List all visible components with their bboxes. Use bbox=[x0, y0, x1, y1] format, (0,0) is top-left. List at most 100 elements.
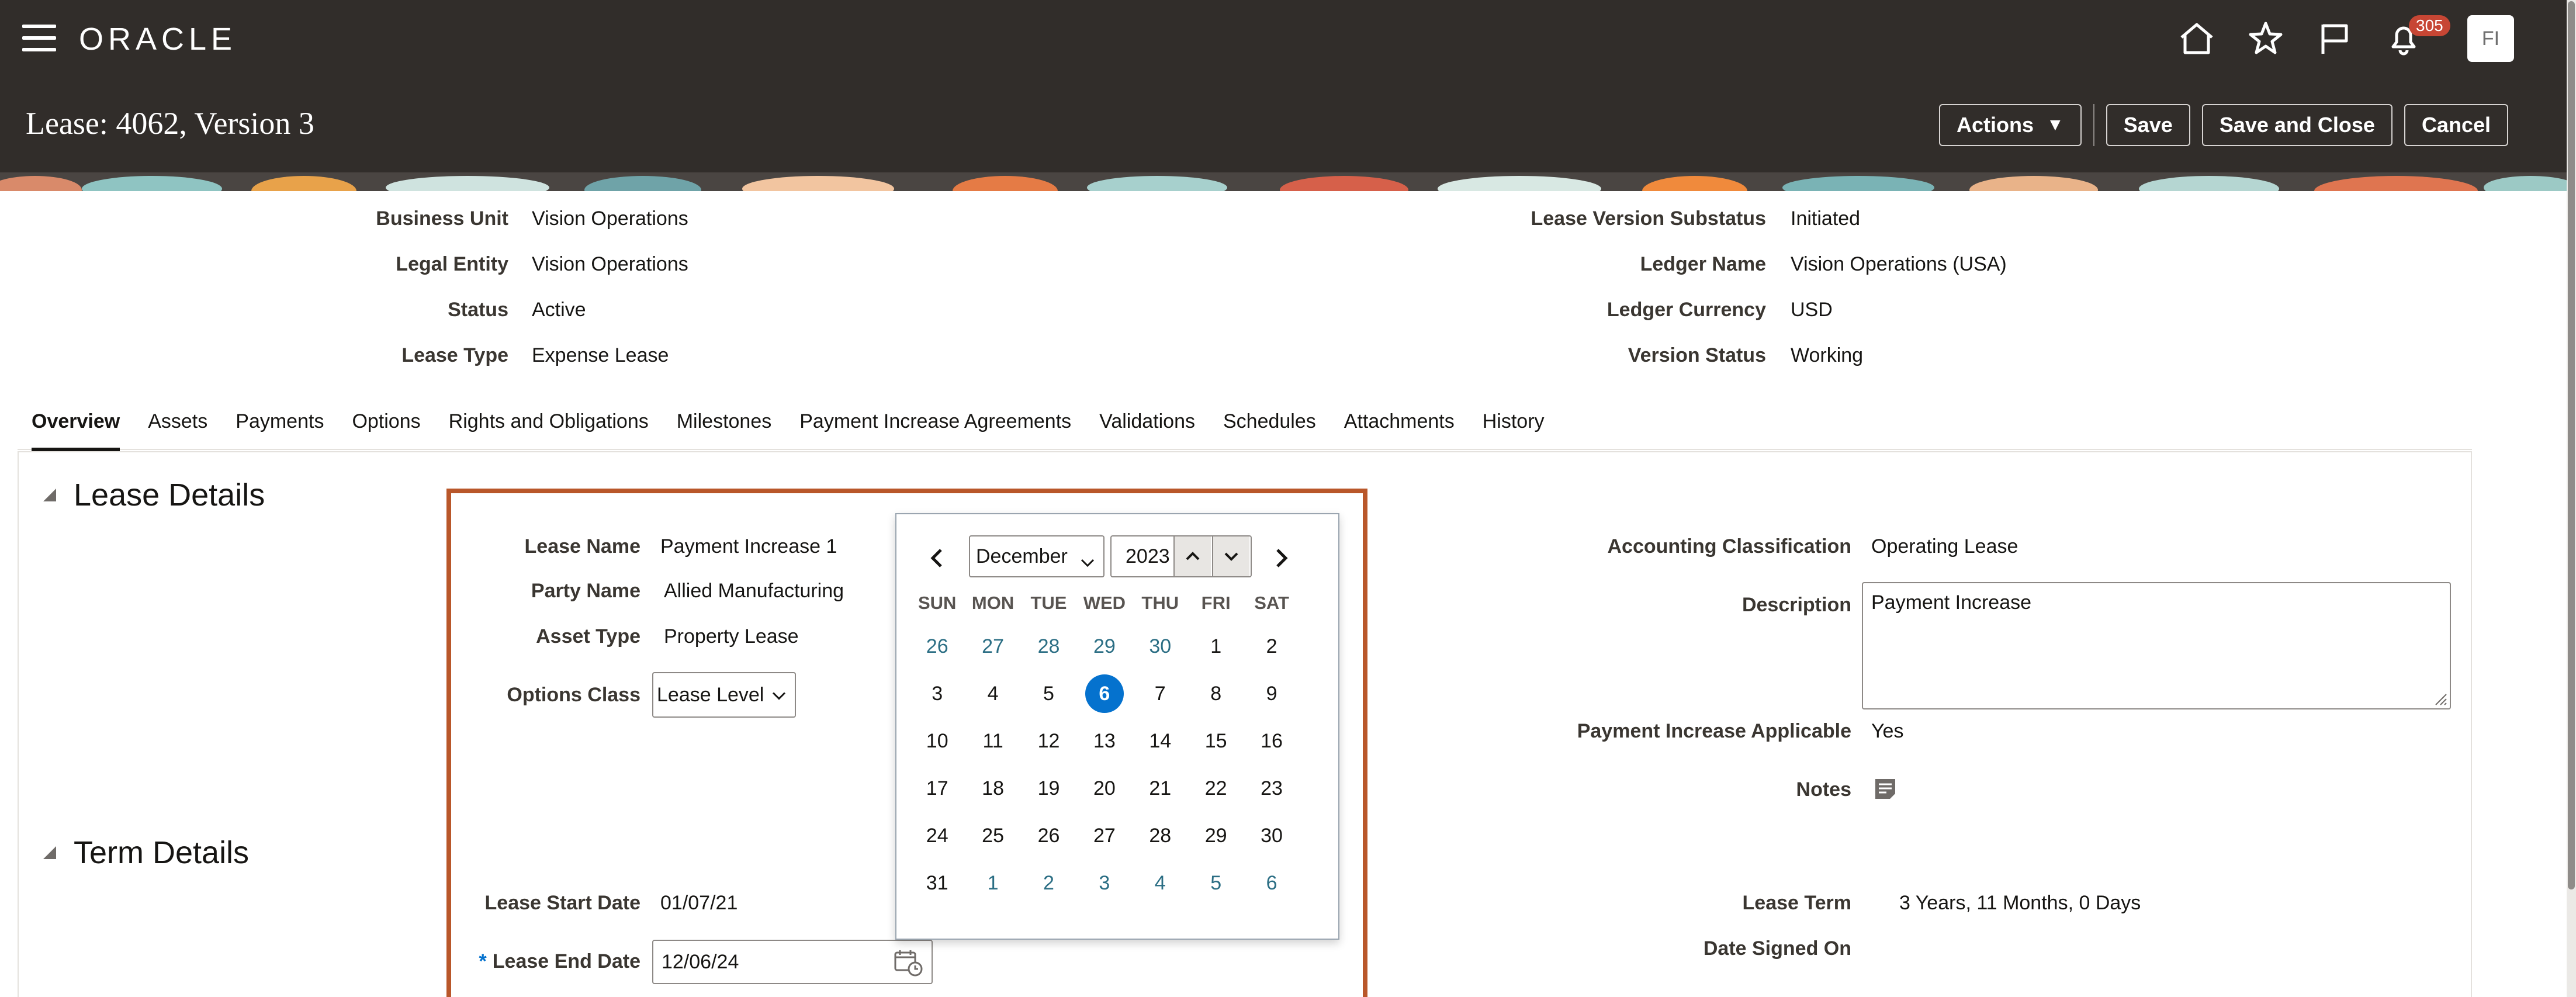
month-select[interactable]: December bbox=[969, 535, 1105, 577]
calendar-day[interactable]: 19 bbox=[1021, 765, 1076, 812]
calendar-day[interactable]: 1 bbox=[1188, 623, 1244, 670]
previous-month-icon[interactable] bbox=[922, 538, 951, 579]
info-value: Working bbox=[1791, 344, 1864, 366]
calendar-day[interactable]: 22 bbox=[1188, 765, 1244, 812]
calendar-week-row: 17 18 19 20 21 22 23 bbox=[909, 765, 1300, 812]
tab-payments[interactable]: Payments bbox=[221, 403, 338, 450]
notes-icon[interactable] bbox=[1874, 777, 1897, 801]
notifications-bell-icon[interactable]: 305 bbox=[2381, 15, 2450, 60]
tab-payment-increase-agreements[interactable]: Payment Increase Agreements bbox=[785, 403, 1085, 450]
tab-milestones[interactable]: Milestones bbox=[663, 403, 786, 450]
calendar-day-selected[interactable]: 6 bbox=[1076, 670, 1132, 718]
calendar-day[interactable]: 12 bbox=[1021, 718, 1076, 765]
calendar-day[interactable]: 3 bbox=[909, 670, 965, 718]
calendar-day[interactable]: 1 bbox=[965, 860, 1020, 907]
description-textarea[interactable]: Payment Increase bbox=[1862, 582, 2451, 709]
save-and-close-button[interactable]: Save and Close bbox=[2201, 104, 2393, 146]
calendar-day[interactable]: 28 bbox=[1133, 812, 1188, 860]
weekday-label: FRI bbox=[1201, 593, 1231, 613]
tab-history[interactable]: History bbox=[1469, 403, 1559, 450]
calendar-day[interactable]: 5 bbox=[1188, 860, 1244, 907]
next-month-icon[interactable] bbox=[1267, 538, 1296, 579]
calendar-day[interactable]: 30 bbox=[1133, 623, 1188, 670]
flag-icon[interactable] bbox=[2312, 18, 2357, 60]
scroll-down-arrow-icon[interactable] bbox=[2567, 983, 2576, 997]
tab-options[interactable]: Options bbox=[338, 403, 434, 450]
section-title: Lease Details bbox=[74, 477, 265, 513]
tab-assets[interactable]: Assets bbox=[134, 403, 221, 450]
calendar-day[interactable]: 4 bbox=[965, 670, 1020, 718]
navigator-menu-icon[interactable] bbox=[22, 25, 56, 51]
tab-attachments[interactable]: Attachments bbox=[1330, 403, 1469, 450]
page-title: Lease: 4062, Version 3 bbox=[26, 106, 314, 141]
calendar-day[interactable]: 27 bbox=[1076, 812, 1132, 860]
chevron-down-icon bbox=[1080, 551, 1095, 573]
year-input[interactable]: 2023 bbox=[1110, 535, 1252, 577]
weekday-label: TUE bbox=[1030, 593, 1067, 613]
cancel-button[interactable]: Cancel bbox=[2404, 104, 2508, 146]
calendar-day[interactable]: 5 bbox=[1021, 670, 1076, 718]
calendar-day[interactable]: 26 bbox=[909, 623, 965, 670]
calendar-day[interactable]: 15 bbox=[1188, 718, 1244, 765]
term-details-section-header[interactable]: Term Details bbox=[43, 835, 249, 871]
caret-down-icon: ▼ bbox=[2047, 115, 2064, 134]
calendar-day[interactable]: 2 bbox=[1021, 860, 1076, 907]
calendar-day[interactable]: 13 bbox=[1076, 718, 1132, 765]
calendar-day[interactable]: 11 bbox=[965, 718, 1020, 765]
calendar-picker-icon[interactable] bbox=[893, 948, 923, 977]
calendar-day[interactable]: 14 bbox=[1133, 718, 1188, 765]
tab-validations[interactable]: Validations bbox=[1085, 403, 1209, 450]
required-indicator: * bbox=[479, 950, 487, 972]
oracle-logo[interactable]: ORACLE bbox=[79, 21, 237, 57]
tab-rights-and-obligations[interactable]: Rights and Obligations bbox=[435, 403, 663, 450]
collapse-triangle-icon[interactable] bbox=[43, 489, 56, 501]
page-scrollbar[interactable] bbox=[2567, 0, 2576, 997]
info-value: Vision Operations bbox=[532, 207, 688, 230]
weekday-label: WED bbox=[1083, 593, 1126, 613]
info-label: Lease Type bbox=[401, 344, 508, 366]
notification-count-badge: 305 bbox=[2409, 15, 2450, 36]
calendar-day[interactable]: 18 bbox=[965, 765, 1020, 812]
calendar-day[interactable]: 21 bbox=[1133, 765, 1188, 812]
calendar-day[interactable]: 23 bbox=[1244, 765, 1299, 812]
scrollbar-thumb[interactable] bbox=[2568, 1, 2575, 889]
collapse-triangle-icon[interactable] bbox=[43, 846, 56, 859]
calendar-day[interactable]: 27 bbox=[965, 623, 1020, 670]
calendar-day[interactable]: 26 bbox=[1021, 812, 1076, 860]
options-class-select[interactable]: Lease Level bbox=[652, 672, 796, 718]
tab-overview[interactable]: Overview bbox=[18, 403, 134, 451]
year-decrement-icon[interactable] bbox=[1212, 536, 1249, 576]
tab-schedules[interactable]: Schedules bbox=[1209, 403, 1330, 450]
calendar-day[interactable]: 16 bbox=[1244, 718, 1299, 765]
calendar-day[interactable]: 30 bbox=[1244, 812, 1299, 860]
calendar-day[interactable]: 9 bbox=[1244, 670, 1299, 718]
calendar-day[interactable]: 10 bbox=[909, 718, 965, 765]
calendar-day[interactable]: 6 bbox=[1244, 860, 1299, 907]
actions-menu-button[interactable]: Actions ▼ bbox=[1939, 104, 2082, 146]
lease-end-date-input[interactable]: 12/06/24 bbox=[652, 940, 933, 984]
calendar-day[interactable]: 17 bbox=[909, 765, 965, 812]
calendar-day[interactable]: 31 bbox=[909, 860, 965, 907]
calendar-day[interactable]: 3 bbox=[1076, 860, 1132, 907]
lease-details-section-header[interactable]: Lease Details bbox=[43, 477, 265, 513]
home-icon[interactable] bbox=[2174, 18, 2220, 60]
info-row: Lease Version Substatus bbox=[1169, 207, 1767, 233]
lease-header-info-left: Business Unit Vision Operations Legal En… bbox=[0, 207, 818, 371]
calendar-day[interactable]: 20 bbox=[1076, 765, 1132, 812]
favorites-star-icon[interactable] bbox=[2243, 18, 2288, 60]
year-increment-icon[interactable] bbox=[1173, 536, 1211, 576]
resize-handle-icon[interactable] bbox=[2432, 691, 2447, 706]
calendar-day[interactable]: 4 bbox=[1133, 860, 1188, 907]
calendar-day[interactable]: 29 bbox=[1188, 812, 1244, 860]
save-button[interactable]: Save bbox=[2106, 104, 2190, 146]
asset-type-label: Asset Type bbox=[536, 625, 640, 648]
calendar-day[interactable]: 8 bbox=[1188, 670, 1244, 718]
calendar-day[interactable]: 28 bbox=[1021, 623, 1076, 670]
lease-end-date-label: * Lease End Date bbox=[479, 950, 640, 973]
calendar-day[interactable]: 29 bbox=[1076, 623, 1132, 670]
user-avatar[interactable]: FI bbox=[2467, 15, 2514, 62]
calendar-day[interactable]: 25 bbox=[965, 812, 1020, 860]
calendar-day[interactable]: 24 bbox=[909, 812, 965, 860]
calendar-day[interactable]: 2 bbox=[1244, 623, 1299, 670]
calendar-day[interactable]: 7 bbox=[1133, 670, 1188, 718]
